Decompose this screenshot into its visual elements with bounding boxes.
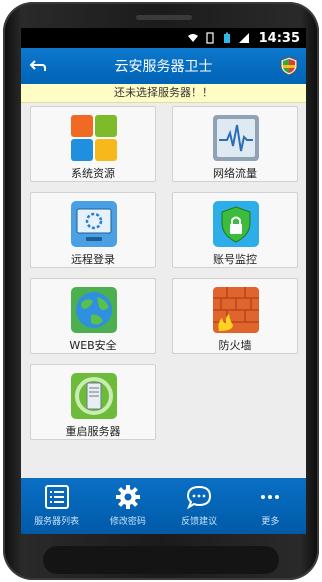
nav-label: 更多 [261,517,280,527]
restart-server-icon [71,373,117,419]
nav-label: 修改密码 [109,517,146,527]
sim-icon [206,32,214,44]
globe-icon [71,287,117,333]
account-lock-icon [213,201,259,247]
remote-login-icon [71,201,117,247]
tile-label: 防火墙 [218,339,252,352]
tile-label: 账号监控 [213,253,257,266]
tile-restart-server[interactable]: 重启服务器 [30,364,156,440]
battery-icon [223,32,230,43]
chat-bubble-icon [187,485,212,510]
phone-chin [43,546,279,574]
tile-label: 网络流量 [213,167,257,180]
status-bar: 14:35 [21,28,306,48]
back-button[interactable] [21,48,55,84]
tile-web-security[interactable]: WEB安全 [30,278,156,354]
signal-icon [238,33,249,43]
more-icon [261,495,280,499]
nav-change-password[interactable]: 修改密码 [92,478,163,534]
tile-firewall[interactable]: 防火墙 [172,278,298,354]
firewall-icon [213,287,259,333]
nav-server-list[interactable]: 服务器列表 [21,478,92,534]
back-arrow-icon [29,60,46,71]
network-traffic-icon [213,115,259,161]
wifi-icon [187,34,198,42]
gear-icon [115,485,140,509]
nav-feedback[interactable]: 反馈建议 [164,478,235,534]
phone-speaker [136,15,192,20]
clock: 14:35 [258,30,300,46]
app-screen: 14:35 云安服务器卫士 还未选择服务器！！ 系统资源 网络流量 远程登录 账… [21,28,306,534]
tile-remote-login[interactable]: 远程登录 [30,192,156,268]
tile-system-resources[interactable]: 系统资源 [30,106,156,182]
list-icon [44,485,69,509]
phone-frame: 14:35 云安服务器卫士 还未选择服务器！！ 系统资源 网络流量 远程登录 账… [3,2,319,580]
tile-network-traffic[interactable]: 网络流量 [172,106,298,182]
tile-label: 重启服务器 [65,425,121,438]
tile-label: 远程登录 [71,253,115,266]
nav-label: 服务器列表 [34,517,80,527]
bottom-navigation: 服务器列表 修改密码 反馈建议 更多 [21,478,306,534]
nav-more[interactable]: 更多 [235,478,306,534]
tile-account-monitor[interactable]: 账号监控 [172,192,298,268]
shield-icon[interactable] [280,56,298,76]
no-server-notice: 还未选择服务器！！ [21,84,306,103]
tile-label: 系统资源 [71,167,115,180]
tile-label: WEB安全 [69,339,117,352]
windows-icon [71,115,117,161]
nav-label: 反馈建议 [181,517,218,527]
title-bar: 云安服务器卫士 [21,48,306,84]
page-title: 云安服务器卫士 [114,59,213,75]
